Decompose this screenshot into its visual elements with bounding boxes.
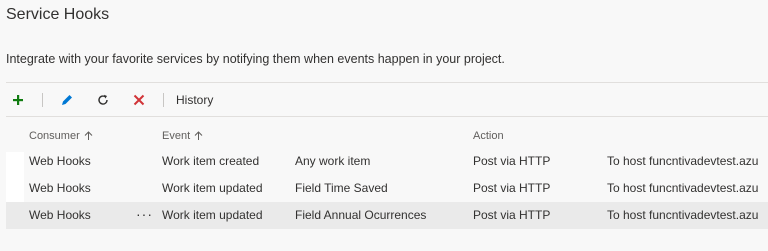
column-header-action[interactable]: Action [473, 130, 504, 142]
toolbar: History [6, 86, 768, 114]
refresh-button[interactable] [91, 88, 115, 112]
toolbar-separator [163, 93, 164, 107]
sort-ascending-icon [84, 131, 93, 140]
cell-event: Work item updated [162, 181, 263, 195]
page-title: Service Hooks [6, 6, 110, 23]
toolbar-separator [42, 93, 43, 107]
page-description: Integrate with your favorite services by… [6, 52, 505, 66]
table-row[interactable]: Web Hooks ··· Work item updated Field An… [6, 202, 768, 229]
divider-top [6, 82, 768, 83]
refresh-icon [98, 94, 108, 105]
cell-target: To host funcntivadevtest.azu [607, 181, 759, 195]
more-options-button[interactable]: ··· [136, 202, 153, 229]
history-button[interactable]: History [176, 93, 213, 107]
cell-target: To host funcntivadevtest.azu [607, 208, 759, 222]
column-header-event[interactable]: Event [162, 130, 203, 142]
divider-toolbar [6, 116, 768, 117]
cell-consumer: Web Hooks [29, 181, 91, 195]
sort-ascending-icon [194, 131, 203, 140]
cell-event: Work item created [162, 154, 260, 168]
table-row[interactable]: Web Hooks Work item created Any work ite… [6, 148, 768, 175]
pencil-icon [62, 95, 72, 105]
cell-consumer: Web Hooks [29, 154, 91, 168]
table-row[interactable]: Web Hooks Work item updated Field Time S… [6, 175, 768, 202]
cell-action: Post via HTTP [473, 154, 551, 168]
delete-button[interactable] [127, 88, 151, 112]
close-icon [133, 94, 145, 106]
cell-action: Post via HTTP [473, 181, 551, 195]
plus-icon [13, 95, 23, 105]
edit-button[interactable] [55, 88, 79, 112]
cell-consumer: Web Hooks [29, 208, 91, 222]
cell-action: Post via HTTP [473, 208, 551, 222]
cell-filter: Field Annual Ocurrences [295, 208, 427, 222]
cell-filter: Field Time Saved [295, 181, 388, 195]
cell-filter: Any work item [295, 154, 371, 168]
cell-event: Work item updated [162, 208, 263, 222]
column-header-consumer[interactable]: Consumer [29, 130, 93, 142]
add-button[interactable] [6, 88, 30, 112]
cell-target: To host funcntivadevtest.azu [607, 154, 759, 168]
